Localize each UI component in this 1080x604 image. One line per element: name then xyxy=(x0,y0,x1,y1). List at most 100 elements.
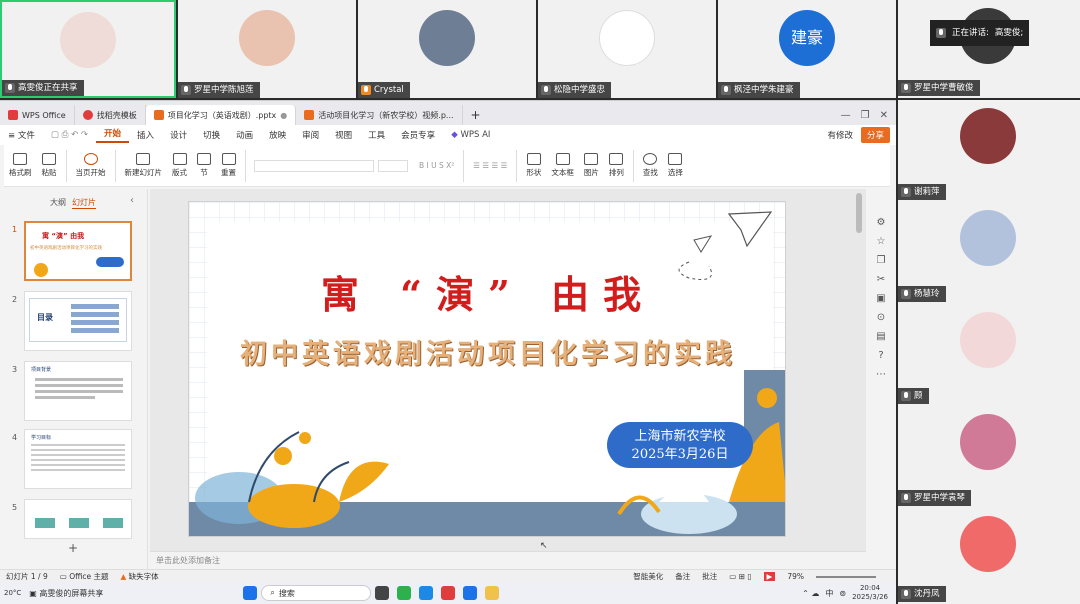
properties-icon[interactable]: ⚙ xyxy=(877,217,886,228)
participant-tile-right-3[interactable]: 杨慧玲 xyxy=(898,202,1080,304)
star-icon[interactable]: ☆ xyxy=(877,236,886,247)
quick-access-toolbar[interactable]: ▢ ⎙ ↶ ↷ xyxy=(43,130,96,140)
participant-tile-2[interactable]: 罗星中学陈旭莲 xyxy=(178,0,356,98)
wechat-icon[interactable] xyxy=(397,586,412,600)
school-badge[interactable]: 上海市新农学校 2025年3月26日 xyxy=(607,422,753,468)
close-icon[interactable]: ● xyxy=(280,111,287,120)
menu-file[interactable]: ≡ 文件 xyxy=(0,129,43,141)
picture-button[interactable]: 图片 xyxy=(579,153,604,178)
font-size-select[interactable] xyxy=(378,159,408,172)
slide-thumbnail-2[interactable]: 目录 xyxy=(24,291,132,351)
clock[interactable]: 20:04 2025/3/26 xyxy=(852,584,888,602)
notes-pane[interactable]: 单击此处添加备注 xyxy=(150,551,866,569)
play-from-current-button[interactable]: 当页开始 xyxy=(71,153,111,178)
menu-wps-ai[interactable]: ◆ WPS AI xyxy=(443,130,498,140)
section-button[interactable]: 节 xyxy=(192,153,216,178)
window-close-icon[interactable]: ✕ xyxy=(880,110,888,121)
menu-slideshow[interactable]: 放映 xyxy=(261,129,294,141)
screen-share-bar[interactable]: ▣ 高雯俊的屏幕共享 xyxy=(29,588,103,599)
ime-indicator[interactable]: 中 xyxy=(825,588,833,599)
tab-pptx-current[interactable]: 项目化学习（英语戏剧）.pptx ● xyxy=(145,105,297,125)
network-icon[interactable]: ⊚ xyxy=(839,589,846,598)
theme-label[interactable]: ▭ Office 主题 xyxy=(60,571,109,582)
slide-thumbnail-5[interactable] xyxy=(24,499,132,539)
layout-button[interactable]: 版式 xyxy=(167,153,192,178)
participant-tile-5[interactable]: 建豪 枫泾中学朱建豪 xyxy=(718,0,896,98)
more-icon[interactable]: ⋯ xyxy=(876,369,886,380)
zoom-level[interactable]: 79% xyxy=(787,572,804,581)
modified-indicator[interactable]: 有修改 xyxy=(819,129,861,141)
copy-icon[interactable]: ❐ xyxy=(877,255,886,266)
taskbar-search[interactable]: ⌕ 搜索 xyxy=(261,585,372,601)
menu-animation[interactable]: 动画 xyxy=(228,129,261,141)
slides-tab[interactable]: 幻灯片 xyxy=(72,197,96,209)
participant-tile-right-4[interactable]: 顾 xyxy=(898,304,1080,406)
minimize-icon[interactable]: — xyxy=(841,110,851,121)
share-button[interactable]: 分享 xyxy=(860,127,890,143)
app-icon[interactable] xyxy=(419,586,434,600)
tab-pptx-video[interactable]: 活动项目化学习（新农学校）视频.p... xyxy=(296,105,463,125)
slide-thumbnail-1[interactable]: 寓 “演” 由我 初中英语戏剧活动项目化学习的实践 xyxy=(24,221,132,281)
participant-tile-right-5[interactable]: 罗星中学袁琴 xyxy=(898,406,1080,508)
menu-member[interactable]: 会员专享 xyxy=(393,129,443,141)
textbox-button[interactable]: 文本框 xyxy=(546,153,579,178)
notes-button[interactable]: 备注 xyxy=(675,571,690,582)
beautify-button[interactable]: 智能美化 xyxy=(633,571,663,582)
divider xyxy=(516,149,518,182)
find-button[interactable]: 查找 xyxy=(638,153,663,178)
slide-title[interactable]: 寓 “演” 由我 xyxy=(189,264,785,319)
zoom-slider[interactable] xyxy=(816,575,876,578)
paste-button[interactable]: 粘贴 xyxy=(37,153,62,178)
shape-button[interactable]: 形状 xyxy=(521,153,546,178)
view-buttons[interactable]: ▭ ⊞ ▯ xyxy=(729,572,751,581)
layout-icon[interactable]: ▤ xyxy=(876,331,885,342)
menu-transition[interactable]: 切换 xyxy=(195,129,228,141)
participant-tile-right-2[interactable]: 谢莉萍 xyxy=(898,100,1080,202)
slide-thumbnail-3[interactable]: 项目背景 xyxy=(24,361,132,421)
font-format-group[interactable]: B I U S X² xyxy=(414,161,459,170)
paragraph-group[interactable]: ☰ ☰ ☰ ☰ xyxy=(468,161,512,170)
tray-icons[interactable]: ⌃ ☁ xyxy=(802,589,819,598)
comment-button[interactable]: 批注 xyxy=(702,571,717,582)
restore-icon[interactable]: ❐ xyxy=(861,110,870,121)
new-tab-button[interactable]: + xyxy=(463,105,489,125)
arrange-button[interactable]: 排列 xyxy=(604,153,629,178)
record-icon[interactable]: ⊙ xyxy=(877,312,885,323)
participant-tile-right-1[interactable]: 正在讲话: 高雯俊; 罗星中学曹敏俊 xyxy=(898,0,1080,98)
participant-tile-3[interactable]: Crystal xyxy=(358,0,536,98)
new-slide-button[interactable]: 新建幻灯片 xyxy=(120,153,168,178)
menu-review[interactable]: 审阅 xyxy=(294,129,327,141)
reset-button[interactable]: 重置 xyxy=(216,153,241,178)
meeting-icon[interactable] xyxy=(463,586,478,600)
current-slide[interactable]: 寓 “演” 由我 初中英语戏剧活动项目化学习的实践 上海市新农学校 2025年3… xyxy=(188,201,786,537)
slide-thumbnail-4[interactable]: 学习目标 xyxy=(24,429,132,489)
outline-tab[interactable]: 大纲 xyxy=(50,197,66,208)
help-icon[interactable]: ? xyxy=(878,350,883,361)
add-slide-button[interactable]: + xyxy=(68,541,78,555)
vertical-scrollbar[interactable] xyxy=(856,193,862,233)
menu-tools[interactable]: 工具 xyxy=(360,129,393,141)
tab-wps-office[interactable]: WPS Office xyxy=(0,105,75,125)
folder-icon[interactable] xyxy=(485,586,500,600)
wps-taskbar-icon[interactable] xyxy=(441,586,456,600)
menu-home[interactable]: 开始 xyxy=(96,127,130,143)
play-button[interactable]: ▶ xyxy=(763,572,776,581)
taskview-icon[interactable] xyxy=(375,586,390,600)
animation-icon[interactable]: ▣ xyxy=(876,293,885,304)
windows-start-icon[interactable] xyxy=(243,586,258,600)
font-family-select[interactable] xyxy=(254,159,374,172)
collapse-panel-icon[interactable]: ‹ xyxy=(130,195,134,206)
menu-insert[interactable]: 插入 xyxy=(129,129,162,141)
participant-tile-right-6[interactable]: 沈丹凤 xyxy=(898,508,1080,604)
tab-templates[interactable]: 找稻壳模板 xyxy=(75,105,146,125)
slide-subtitle[interactable]: 初中英语戏剧活动项目化学习的实践 xyxy=(189,332,785,371)
weather-widget[interactable]: 20°C xyxy=(4,589,21,597)
menu-view[interactable]: 视图 xyxy=(327,129,360,141)
participant-tile-1[interactable]: 高雯俊正在共享 xyxy=(0,0,176,98)
select-button[interactable]: 选择 xyxy=(663,153,688,178)
missing-font-indicator[interactable]: ▲ 缺失字体 xyxy=(121,571,159,582)
participant-tile-4[interactable]: 松隐中学盛忠 xyxy=(538,0,716,98)
menu-design[interactable]: 设计 xyxy=(162,129,195,141)
format-painter-button[interactable]: 格式刷 xyxy=(4,153,37,178)
tools-icon[interactable]: ✂ xyxy=(877,274,885,285)
